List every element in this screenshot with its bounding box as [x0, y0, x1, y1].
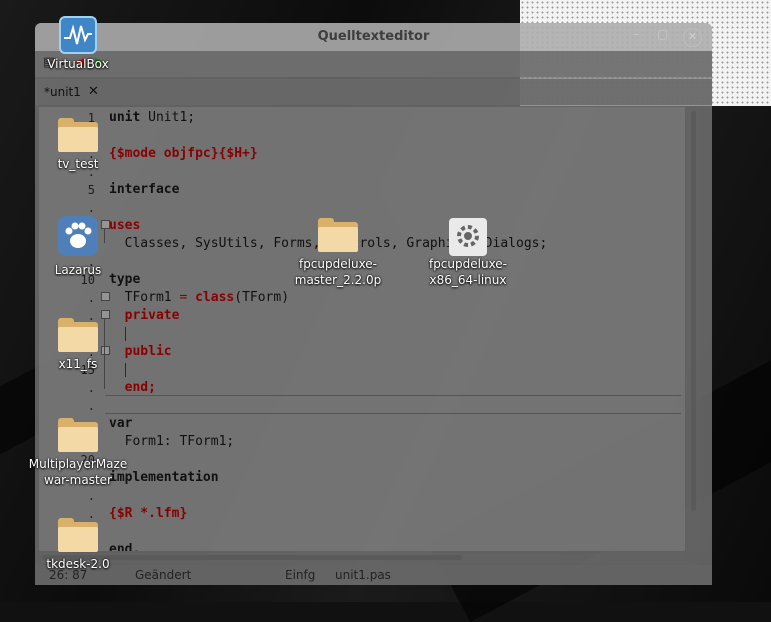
- source-editor-window[interactable]: Quelltexteditor – ▢ ✕ ▤ ⌄ ◀ ▶ *unit1 ✕ 1…: [35, 23, 712, 585]
- folder-icon: [58, 418, 98, 452]
- tab-unit1[interactable]: *unit1: [38, 79, 87, 105]
- code-text[interactable]: unit Unit1; {$mode objfpc}{$H+} interfac…: [109, 107, 685, 551]
- scroll-thumb[interactable]: [691, 111, 696, 511]
- keyword: class: [195, 290, 235, 305]
- file-name: unit1.pas: [335, 568, 391, 582]
- line-number: 5: [87, 183, 95, 197]
- code-text-span: (TForm): [234, 290, 290, 305]
- lazarus-icon: [58, 216, 98, 256]
- maximize-icon[interactable]: ▢: [657, 27, 668, 41]
- desktop-icon-fpcupdeluxe-master[interactable]: fpcupdeluxe-master_2.2.0p: [283, 218, 393, 288]
- status-bar: 26: 87 Geändert Einfg unit1.pas: [35, 565, 712, 585]
- desktop-icon-tv-test[interactable]: tv_test: [23, 118, 133, 172]
- icon-label: MultiplayerMaze war-master: [28, 457, 128, 487]
- vertical-scrollbar[interactable]: [687, 107, 701, 551]
- close-button[interactable]: ✕: [683, 28, 702, 47]
- toolbar: ▤ ⌄ ◀ ▶: [35, 51, 712, 77]
- desktop-icon-lazarus[interactable]: Lazarus: [23, 216, 133, 278]
- code-text-span: Unit1;: [140, 110, 196, 125]
- icon-label: Lazarus: [54, 263, 102, 277]
- code-editor[interactable]: 1...5....10....15....20....25 unit Unit1…: [39, 107, 685, 551]
- desktop-icon-x11-fs[interactable]: x11_fs: [23, 318, 133, 372]
- window-title: Quelltexteditor: [317, 29, 430, 44]
- code-line: TForm1 = class(TForm): [109, 290, 289, 305]
- line-number: .: [87, 291, 95, 305]
- icon-label: VirtualBox: [47, 57, 109, 71]
- icon-label: x11_fs: [58, 357, 98, 371]
- desktop-icon-tkdesk[interactable]: tkdesk-2.0: [23, 518, 133, 572]
- line-number: .: [87, 399, 95, 413]
- icon-label: tkdesk-2.0: [46, 557, 110, 571]
- tab-bar: *unit1 ✕: [35, 79, 712, 105]
- folder-icon: [58, 118, 98, 152]
- line-number: .: [87, 381, 95, 395]
- icon-label: fpcupdeluxe-master_2.2.0p: [294, 257, 382, 287]
- minimize-icon[interactable]: –: [633, 27, 639, 41]
- folder-icon: [58, 518, 98, 552]
- line-number: .: [87, 489, 95, 503]
- folder-icon: [318, 218, 358, 252]
- code-text-span: [187, 290, 195, 305]
- code-line: interface: [109, 182, 180, 197]
- desktop-icon-virtualbox[interactable]: VirtualBox: [23, 16, 133, 72]
- icon-label: fpcupdeluxe-x86_64-linux: [428, 257, 508, 287]
- folder-icon: [58, 318, 98, 352]
- gear-icon: [449, 218, 487, 256]
- insert-mode: Einfg: [285, 568, 316, 582]
- desktop-icon-fpcupdeluxe-linux[interactable]: fpcupdeluxe-x86_64-linux: [413, 218, 523, 288]
- desktop-icon-multiplayermaze[interactable]: MultiplayerMaze war-master: [23, 418, 133, 488]
- line-number: .: [87, 201, 95, 215]
- tab-close-icon[interactable]: ✕: [88, 79, 99, 105]
- code-text-span: TForm1: [109, 290, 180, 305]
- code-line: end;: [109, 380, 156, 395]
- icon-label: tv_test: [57, 157, 99, 171]
- modified-status: Geändert: [135, 568, 192, 582]
- close-icon: ✕: [687, 30, 698, 43]
- virtualbox-icon: [59, 16, 97, 54]
- horizontal-scrollbar[interactable]: [39, 553, 685, 563]
